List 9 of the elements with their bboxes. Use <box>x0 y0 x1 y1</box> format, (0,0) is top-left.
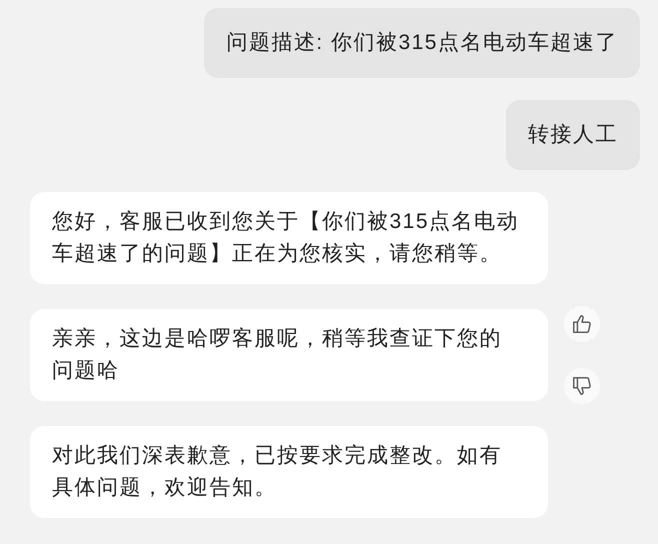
thumbs-down-button[interactable] <box>564 368 600 404</box>
message-bubble: 您好，客服已收到您关于【你们被315点名电动车超速了的问题】正在为您核实，请您稍等。 <box>30 192 548 284</box>
message-bubble: 转接人工 <box>506 100 640 170</box>
message-bubble: 亲亲，这边是哈啰客服呢，稍等我查证下您的问题哈 <box>30 309 548 401</box>
thumbs-up-button[interactable] <box>564 306 600 342</box>
message-bubble: 对此我们深表歉意，已按要求完成整改。如有具体问题，欢迎告知。 <box>30 426 548 518</box>
thumbs-down-icon <box>571 375 593 397</box>
message-bubble: 问题描述: 你们被315点名电动车超速了 <box>204 8 640 78</box>
thumbs-up-icon <box>571 313 593 335</box>
